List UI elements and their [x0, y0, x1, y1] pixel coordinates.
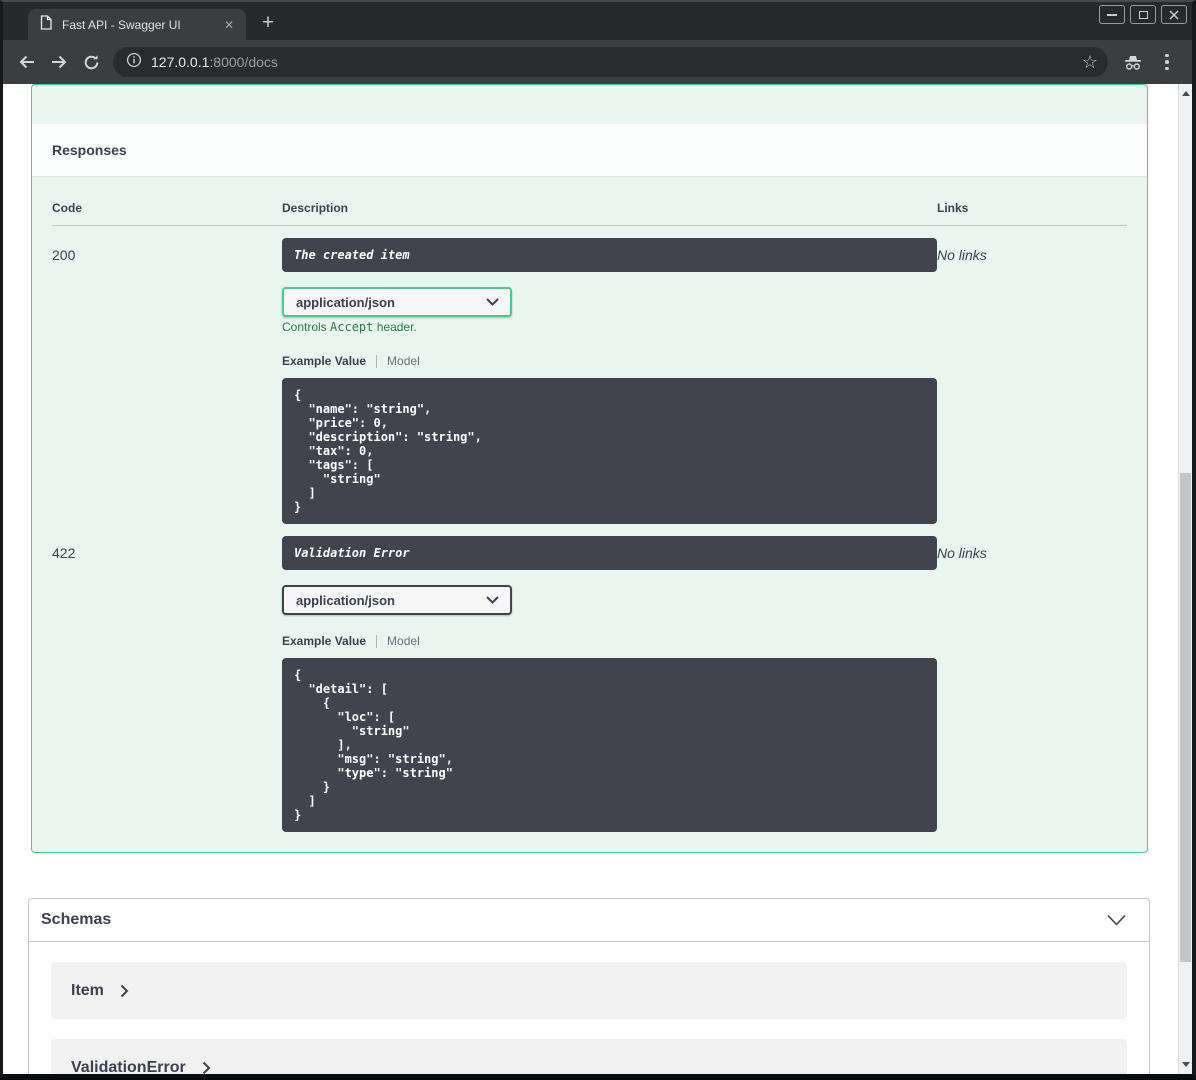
tab-strip: Fast API - Swagger UI ✕ + — [3, 2, 1192, 40]
tab-title: Fast API - Swagger UI — [62, 17, 181, 32]
opblock-post-panel: Responses Code Description Links 200 The… — [31, 84, 1148, 853]
new-tab-button[interactable]: + — [254, 9, 282, 37]
response-row-422: 422 Validation Error application/json Ex… — [52, 524, 1127, 832]
col-header-description: Description — [282, 201, 349, 215]
response-row-200: 200 The created item application/json Co… — [52, 226, 1127, 524]
schemas-header[interactable]: Schemas — [29, 899, 1149, 942]
model-name: Item — [71, 981, 104, 999]
example-json-200: { "name": "string", "price": 0, "descrip… — [282, 378, 937, 524]
schemas-section: Schemas Item ValidationError — [28, 898, 1150, 1074]
expand-chevron-icon — [202, 1061, 211, 1074]
page-scrollbar[interactable] — [1178, 84, 1192, 1074]
browser-tab[interactable]: Fast API - Swagger UI ✕ — [28, 9, 246, 40]
tab-divider — [376, 634, 378, 648]
maximize-button[interactable] — [1130, 5, 1156, 24]
response-description-cell: The created item application/json Contro… — [282, 238, 937, 524]
response-description: Validation Error — [282, 536, 937, 570]
media-type-value: application/json — [296, 294, 395, 310]
chevron-down-icon — [486, 596, 499, 604]
page-content: Responses Code Description Links 200 The… — [3, 84, 1192, 1074]
browser-menu-button[interactable] — [1150, 45, 1184, 79]
back-button[interactable] — [11, 46, 43, 78]
collapse-chevron-icon[interactable] — [1106, 914, 1127, 926]
page-favicon-icon — [39, 14, 53, 35]
example-json-422: { "detail": [ { "loc": [ "string" ], "ms… — [282, 658, 937, 832]
minimize-button[interactable] — [1099, 5, 1125, 24]
col-header-links: Links — [937, 201, 969, 215]
responses-title: Responses — [52, 142, 127, 158]
col-header-code: Code — [52, 201, 82, 215]
browser-window: Fast API - Swagger UI ✕ + 127.0.0.1:8000… — [0, 0, 1196, 1080]
scroll-down-icon — [1181, 1062, 1190, 1067]
site-info-icon[interactable] — [126, 52, 142, 73]
response-links: No links — [937, 545, 987, 561]
chevron-down-icon — [486, 298, 499, 306]
window-controls — [1099, 5, 1187, 24]
incognito-icon — [1116, 45, 1150, 79]
url-text: 127.0.0.1:8000/docs — [151, 54, 1073, 70]
response-links: No links — [937, 247, 987, 263]
back-icon — [19, 55, 34, 69]
reload-icon — [84, 54, 98, 69]
model-card-validationerror[interactable]: ValidationError — [51, 1039, 1127, 1074]
minimize-icon — [1107, 13, 1117, 16]
response-description-cell: Validation Error application/json Exampl… — [282, 536, 937, 832]
tab-divider — [376, 354, 378, 368]
tab-example-value[interactable]: Example Value — [282, 634, 366, 648]
close-icon — [1169, 9, 1179, 20]
media-type-select[interactable]: application/json — [282, 585, 512, 615]
responses-table-header: Code Description Links — [52, 176, 1127, 226]
model-card-item[interactable]: Item — [51, 962, 1127, 1019]
maximize-icon — [1138, 10, 1148, 19]
media-type-value: application/json — [296, 592, 395, 608]
response-description: The created item — [282, 238, 937, 272]
example-model-tabs: Example Value Model — [282, 354, 937, 368]
responses-section-header: Responses — [32, 123, 1147, 176]
responses-table: Code Description Links 200 The created i… — [32, 176, 1147, 852]
url-bar[interactable]: 127.0.0.1:8000/docs ☆ — [113, 47, 1108, 77]
opblock-body-spacer — [32, 85, 1147, 123]
forward-button[interactable] — [43, 46, 75, 78]
scroll-up-icon — [1181, 91, 1190, 96]
bookmark-star-icon[interactable]: ☆ — [1082, 53, 1098, 71]
tab-close-icon[interactable]: ✕ — [220, 16, 238, 34]
media-type-select[interactable]: application/json — [282, 287, 512, 317]
schemas-title: Schemas — [41, 911, 112, 928]
swagger-page: Responses Code Description Links 200 The… — [3, 84, 1178, 1074]
expand-chevron-icon — [120, 984, 129, 997]
model-name: ValidationError — [71, 1058, 186, 1075]
close-button[interactable] — [1161, 5, 1187, 24]
schemas-body: Item ValidationError — [29, 942, 1149, 1074]
kebab-menu-icon — [1165, 53, 1169, 71]
forward-icon — [52, 55, 67, 69]
tab-model[interactable]: Model — [387, 354, 420, 368]
reload-button[interactable] — [75, 46, 107, 78]
url-host: 127.0.0.1 — [151, 54, 210, 70]
example-model-tabs: Example Value Model — [282, 634, 937, 648]
response-code: 200 — [52, 247, 76, 263]
accept-header-code: Accept — [330, 320, 374, 334]
controls-accept-note: Controls Accept header. — [282, 320, 417, 334]
tab-model[interactable]: Model — [387, 634, 420, 648]
response-code: 422 — [52, 545, 76, 561]
scroll-down-button[interactable] — [1179, 1057, 1192, 1072]
scroll-up-button[interactable] — [1179, 86, 1192, 101]
tab-example-value[interactable]: Example Value — [282, 354, 366, 368]
url-path: :8000/docs — [209, 54, 278, 70]
browser-toolbar: 127.0.0.1:8000/docs ☆ — [3, 40, 1192, 84]
scrollbar-thumb[interactable] — [1180, 473, 1191, 962]
